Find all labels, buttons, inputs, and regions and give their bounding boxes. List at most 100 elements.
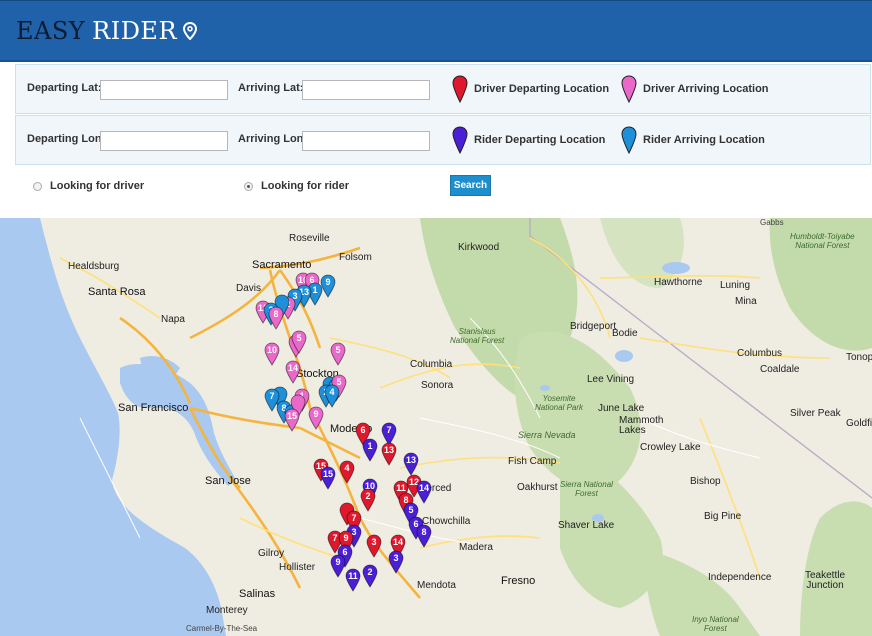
radio-button[interactable] (33, 181, 42, 191)
map-marker-pin[interactable]: 5 (330, 342, 346, 366)
place-columbia: Columbia (410, 359, 453, 370)
map-marker-pin[interactable]: 11 (345, 568, 361, 592)
form-row-lon: Departing Lon: Arriving Lon: Rider Depar… (15, 115, 871, 165)
place-teakettle-junction: Teakettle Junction (805, 570, 846, 591)
map-marker-pin[interactable]: 13 (381, 442, 397, 466)
map-view[interactable]: Roseville Folsom Sacramento Healdsburg S… (0, 218, 872, 636)
place-carmel: Carmel-By-The-Sea (186, 624, 258, 633)
place-healdsburg: Healdsburg (68, 261, 120, 272)
map-marker-pin[interactable]: 4 (324, 384, 340, 408)
place-luning: Luning (720, 280, 751, 291)
app-root: EASY RIDER Departing Lat: Arriving Lat: … (0, 0, 872, 636)
place-sierra-national-forest: Sierra National Forest (560, 480, 613, 498)
map-marker-pin[interactable]: 15 (284, 408, 300, 432)
place-gabbs: Gabbs (760, 218, 784, 227)
purple-pin-icon (452, 126, 468, 154)
place-fish-camp: Fish Camp (508, 456, 557, 467)
map-marker-pin[interactable]: 8 (416, 524, 432, 548)
place-santa-rosa: Santa Rosa (88, 286, 146, 298)
place-coaldale: Coaldale (760, 364, 800, 375)
departing-lon-input[interactable] (100, 131, 228, 151)
place-bridgeport: Bridgeport (570, 321, 617, 332)
arriving-lon-label: Arriving Lon: (238, 133, 308, 145)
place-bishop: Bishop (690, 476, 721, 487)
map-marker-pin[interactable]: 2 (360, 488, 376, 512)
place-san-jose: San Jose (205, 475, 251, 487)
red-pin-icon (452, 75, 468, 103)
legend-rider-departing: Rider Departing Location (452, 126, 605, 154)
map-marker-pin[interactable]: 9 (330, 554, 346, 578)
place-humboldt-toiyabe-national-forest: Humboldt-Toiyabe National Forest (790, 232, 855, 250)
map-marker-pin[interactable]: 5 (291, 330, 307, 354)
map-marker-pin[interactable]: 15 (320, 466, 336, 490)
brand-logo[interactable]: EASY RIDER (16, 17, 198, 45)
place-madera: Madera (459, 542, 493, 553)
brand-word-rider: RIDER (92, 17, 178, 45)
map-marker-pin[interactable]: 1 (362, 438, 378, 462)
map-marker-pin[interactable]: 14 (285, 360, 301, 384)
radio-looking-for-rider[interactable]: Looking for rider (244, 180, 349, 192)
arriving-lat-input[interactable] (302, 80, 430, 100)
departing-lat-label: Departing Lat: (27, 82, 102, 94)
map-marker-pin[interactable]: 9 (308, 406, 324, 430)
map-marker-pin[interactable]: 3 (388, 550, 404, 574)
place-salinas: Salinas (239, 588, 276, 600)
place-inyo-national-forest: Inyo National Forest (692, 615, 739, 633)
legend-label: Driver Departing Location (474, 83, 610, 95)
radio-button-selected[interactable] (244, 181, 253, 191)
place-roseville: Roseville (289, 233, 330, 244)
map-marker-pin[interactable]: 3 (366, 534, 382, 558)
brand-word-easy: EASY (16, 17, 86, 45)
place-tonopah: Tonopah (846, 352, 872, 363)
place-crowley-lake: Crowley Lake (640, 442, 701, 453)
place-shaver-lake: Shaver Lake (558, 520, 615, 531)
place-folsom: Folsom (339, 252, 372, 263)
map-marker-pin[interactable]: 2 (362, 564, 378, 588)
map-marker-pin[interactable]: 13 (403, 452, 419, 476)
search-button[interactable]: Search (450, 175, 491, 196)
departing-lon-label: Departing Lon: (27, 133, 106, 145)
legend-driver-arriving: Driver Arriving Location (621, 75, 769, 103)
map-marker-pin[interactable]: 4 (339, 460, 355, 484)
arriving-lat-label: Arriving Lat: (238, 82, 304, 94)
place-oakhurst: Oakhurst (517, 482, 558, 493)
legend-label: Rider Departing Location (474, 134, 606, 146)
place-davis: Davis (236, 283, 262, 294)
place-big-pine: Big Pine (704, 511, 742, 522)
legend-label: Rider Arriving Location (643, 134, 765, 146)
arriving-lon-input[interactable] (302, 131, 430, 151)
map-marker-pin[interactable]: 8 (268, 306, 284, 330)
place-kirkwood: Kirkwood (458, 242, 500, 253)
radio-looking-for-driver[interactable]: Looking for driver (33, 180, 144, 192)
departing-lat-input[interactable] (100, 80, 228, 100)
place-hawthorne: Hawthorne (654, 277, 703, 288)
legend-driver-departing: Driver Departing Location (452, 75, 609, 103)
place-lee-vining: Lee Vining (587, 374, 635, 385)
map-marker-pin[interactable]: 14 (416, 480, 432, 504)
place-napa: Napa (161, 314, 185, 325)
place-sierra-nevada: Sierra Nevada (518, 430, 576, 440)
place-mina: Mina (735, 296, 757, 307)
place-mendota: Mendota (417, 580, 456, 591)
place-gilroy: Gilroy (258, 548, 285, 559)
place-bodie: Bodie (612, 328, 638, 339)
map-marker-icon (183, 22, 198, 40)
place-hollister: Hollister (279, 562, 316, 573)
place-monterey: Monterey (206, 605, 248, 616)
place-columbus: Columbus (737, 348, 783, 359)
pink-pin-icon (621, 75, 637, 103)
form-row-lat: Departing Lat: Arriving Lat: Driver Depa… (15, 64, 871, 114)
place-mammoth-lakes: Mammoth Lakes (619, 415, 664, 436)
place-san-francisco: San Francisco (118, 402, 189, 414)
search-form: Departing Lat: Arriving Lat: Driver Depa… (0, 62, 872, 218)
radio-label: Looking for rider (261, 180, 349, 192)
place-june-lake: June Lake (598, 403, 645, 414)
map-marker-pin[interactable]: 10 (264, 342, 280, 366)
place-independence: Independence (708, 572, 772, 583)
place-sacramento: Sacramento (252, 259, 312, 271)
place-goldfield: Goldfield (846, 418, 872, 429)
place-stanislaus-national-forest: Stanislaus National Forest (450, 327, 505, 345)
top-navbar: EASY RIDER (0, 0, 872, 62)
legend-label: Driver Arriving Location (643, 83, 769, 95)
radio-label: Looking for driver (50, 180, 145, 192)
